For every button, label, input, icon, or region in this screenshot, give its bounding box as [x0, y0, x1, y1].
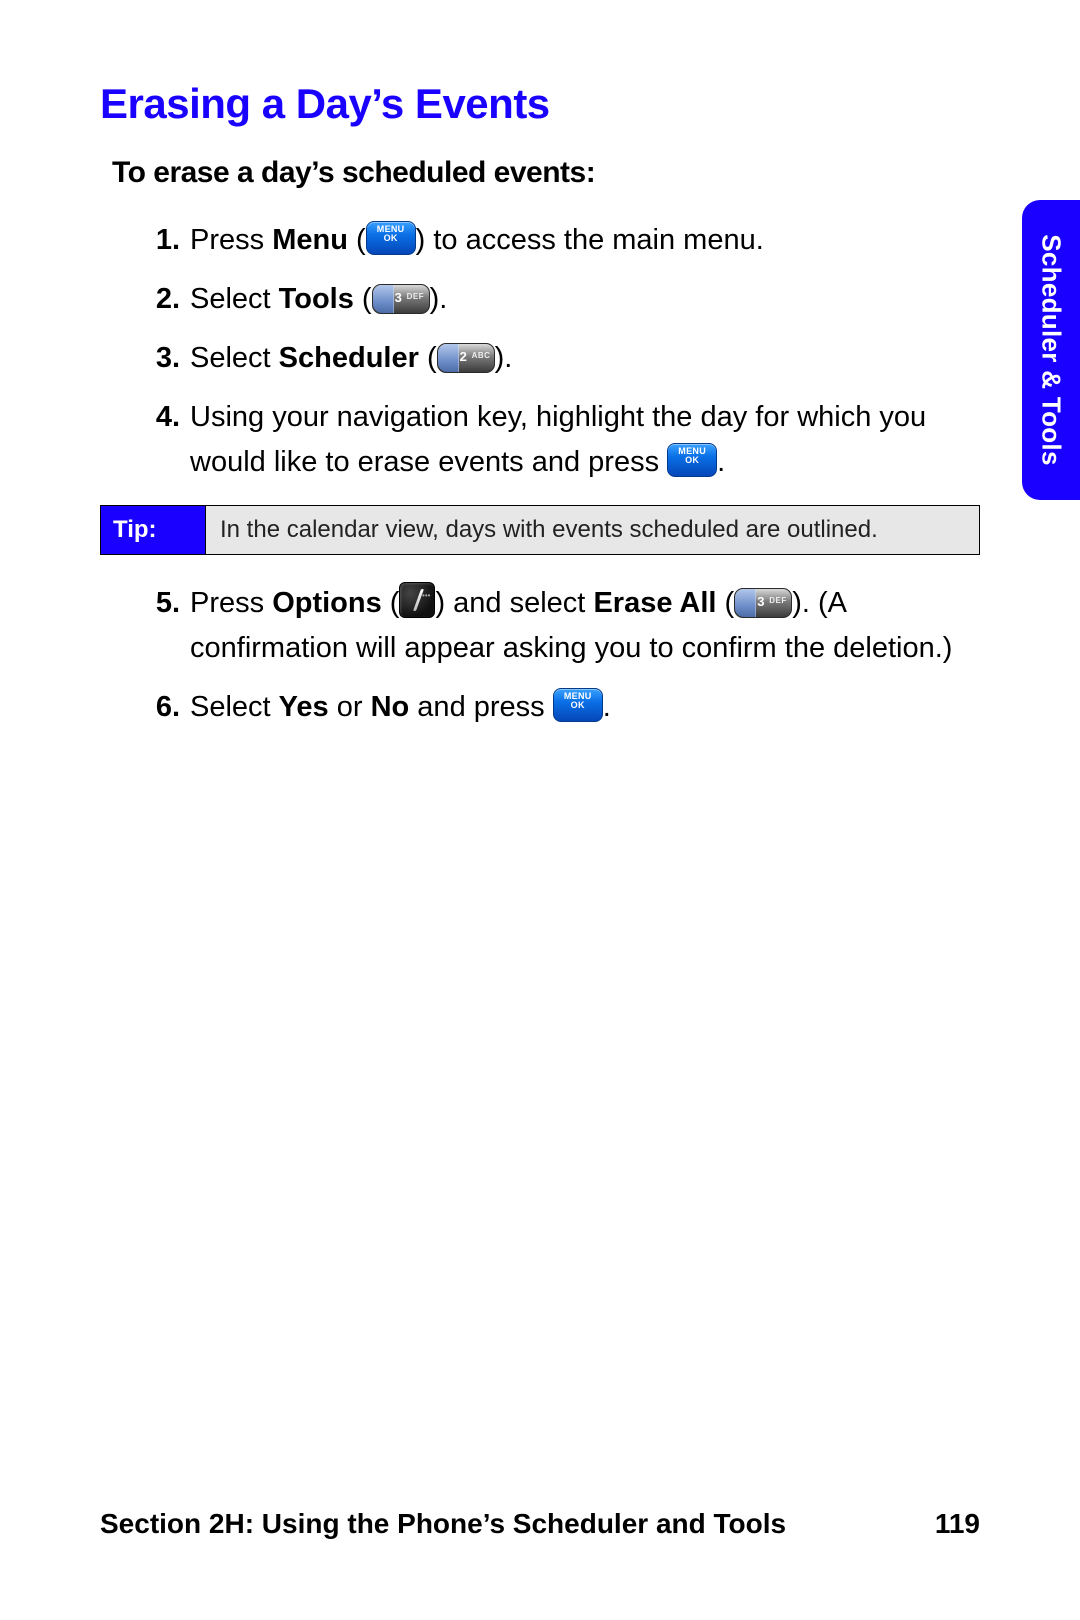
key-digit: 3 — [757, 595, 764, 608]
step-number: 6. — [140, 685, 180, 730]
step-number: 4. — [140, 395, 180, 440]
step-bold: Erase All — [593, 587, 716, 619]
step-5: 5. Press Options ( ) and select Erase All… — [140, 581, 980, 671]
page-heading: Erasing a Day’s Events — [100, 80, 980, 128]
step-text: ( — [382, 587, 400, 619]
key-digit: 3 — [395, 291, 402, 304]
step-text: Using your navigation key, highlight the… — [190, 401, 926, 478]
step-2: 2. Select Tools (3 DEF). — [140, 277, 980, 322]
step-text: ( — [354, 283, 372, 315]
step-number: 3. — [140, 336, 180, 381]
step-text: and press — [409, 691, 552, 723]
procedure-title: To erase a day’s scheduled events: — [112, 156, 980, 190]
step-number: 5. — [140, 581, 180, 626]
step-number: 2. — [140, 277, 180, 322]
page-footer: Section 2H: Using the Phone’s Scheduler … — [100, 1508, 980, 1540]
step-text: . — [603, 691, 611, 723]
footer-page-number: 119 — [935, 1508, 980, 1540]
step-text: ) and select — [435, 587, 593, 619]
step-text: ). — [495, 342, 513, 374]
menu-ok-key-icon — [667, 443, 717, 477]
step-1: 1. Press Menu ( ) to access the main menu… — [140, 218, 980, 263]
step-3: 3. Select Scheduler (2 ABC). — [140, 336, 980, 381]
step-text: ) to access the main menu. — [416, 224, 764, 256]
step-text: ( — [419, 342, 437, 374]
step-text: ( — [717, 587, 735, 619]
step-bold: Yes — [279, 691, 329, 723]
procedure-steps-continued: 5. Press Options ( ) and select Erase All… — [100, 581, 980, 730]
step-text: Select — [190, 283, 279, 315]
tip-label: Tip: — [101, 506, 206, 554]
step-text: Press — [190, 224, 272, 256]
step-number: 1. — [140, 218, 180, 263]
section-tab: Scheduler & Tools — [1022, 200, 1080, 500]
step-text: Select — [190, 691, 279, 723]
step-text: Press — [190, 587, 272, 619]
tip-box: Tip: In the calendar view, days with eve… — [100, 505, 980, 555]
step-text: ). — [430, 283, 448, 315]
step-6: 6. Select Yes or No and press . — [140, 685, 980, 730]
step-text: . — [717, 446, 725, 478]
three-key-icon: 3 DEF — [372, 284, 430, 314]
step-bold: No — [371, 691, 410, 723]
menu-ok-key-icon — [553, 688, 603, 722]
key-letters: DEF — [769, 597, 787, 605]
step-bold: Options — [272, 587, 382, 619]
step-text: ( — [348, 224, 366, 256]
two-key-icon: 2 ABC — [437, 343, 495, 373]
step-4: 4. Using your navigation key, highlight … — [140, 395, 980, 485]
step-text: or — [329, 691, 371, 723]
right-softkey-icon — [399, 582, 435, 618]
three-key-icon: 3 DEF — [734, 588, 792, 618]
manual-page: Erasing a Day’s Events To erase a day’s … — [0, 0, 1080, 1620]
step-bold: Menu — [272, 224, 348, 256]
footer-section: Section 2H: Using the Phone’s Scheduler … — [100, 1508, 786, 1540]
step-text: Select — [190, 342, 279, 374]
key-digit: 2 — [460, 350, 467, 363]
key-letters: DEF — [407, 293, 425, 301]
step-bold: Tools — [279, 283, 354, 315]
tip-body: In the calendar view, days with events s… — [206, 506, 979, 554]
menu-ok-key-icon — [366, 221, 416, 255]
key-letters: ABC — [472, 352, 491, 360]
step-bold: Scheduler — [279, 342, 419, 374]
procedure-steps: 1. Press Menu ( ) to access the main menu… — [100, 218, 980, 485]
section-tab-label: Scheduler & Tools — [1036, 234, 1067, 465]
